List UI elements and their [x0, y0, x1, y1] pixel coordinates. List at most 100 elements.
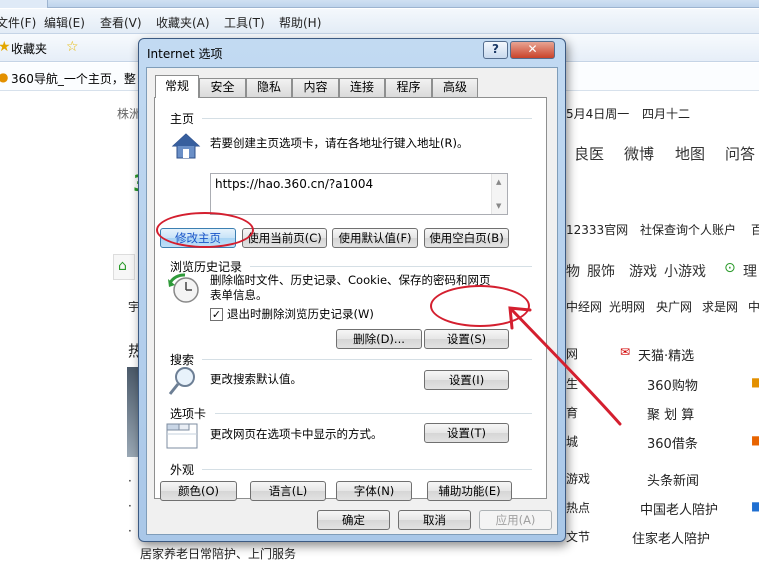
apply-button[interactable]: 应用(A) — [479, 510, 552, 530]
list-item[interactable]: 育 — [566, 404, 578, 421]
tabs-window-icon — [166, 423, 198, 449]
news-link[interactable]: 中经网 — [566, 298, 602, 315]
tab-general[interactable]: 常规 — [155, 75, 199, 98]
languages-button[interactable]: 语言(L) — [250, 481, 326, 501]
accessibility-button[interactable]: 辅助功能(E) — [427, 481, 512, 501]
divider — [202, 359, 532, 360]
homepage-address-value: https://hao.360.cn/?a1004 — [215, 177, 374, 191]
menu-bar: 文件(F) 编辑(E) 查看(V) 收藏夹(A) 工具(T) 帮助(H) — [0, 9, 759, 34]
side-icon: ■ — [751, 499, 759, 513]
history-description-2: 表单信息。 — [210, 288, 268, 302]
history-clock-icon — [168, 273, 199, 303]
right-link[interactable]: 中国老人陪护 — [640, 499, 718, 518]
side-icon: ■ — [751, 375, 759, 389]
site-360-link[interactable]: 360导航_一个主页，整 — [11, 70, 136, 87]
news-link[interactable]: 求是网 — [702, 298, 738, 315]
appearance-section-title: 外观 — [170, 463, 195, 477]
category-link[interactable]: 游戏 — [629, 261, 657, 281]
right-link[interactable]: 天猫·精选 — [638, 345, 694, 364]
list-item[interactable]: 游戏 — [566, 470, 590, 487]
favorites-star-icon[interactable]: ★ — [0, 39, 11, 55]
general-tab-panel: 主页 若要创建主页选项卡，请在各地址行键入地址(R)。 https://hao.… — [154, 97, 547, 501]
browser-tab-strip — [0, 0, 759, 8]
nav-link[interactable]: 问答 — [725, 143, 755, 164]
link-12333[interactable]: 12333官网 — [566, 221, 628, 238]
tab-connections[interactable]: 连接 — [339, 78, 385, 97]
delete-on-exit-label[interactable]: 退出时删除浏览历史记录(W) — [227, 307, 374, 322]
nav-link[interactable]: 地图 — [675, 143, 705, 164]
favorites-label[interactable]: 收藏夹 — [11, 40, 47, 57]
site-360-icon: ● — [0, 70, 9, 84]
delete-on-exit-checkbox[interactable]: ✓ — [210, 308, 223, 321]
right-link[interactable]: 360借条 — [647, 433, 698, 452]
nav-link[interactable]: 微博 — [624, 143, 654, 164]
home-tab[interactable]: ⌂ — [113, 254, 135, 280]
house-icon — [171, 133, 201, 159]
list-item[interactable]: 城 — [566, 433, 578, 450]
address-scrollbar[interactable]: ▲ ▼ — [491, 174, 507, 214]
tab-content[interactable]: 内容 — [292, 78, 339, 97]
bottom-news[interactable]: 居家养老日常陪护、上门服务 — [140, 545, 296, 562]
delete-history-button[interactable]: 删除(D)... — [336, 329, 422, 349]
menu-help[interactable]: 帮助(H) — [279, 14, 321, 31]
tab-programs[interactable]: 程序 — [385, 78, 432, 97]
homepage-address-field[interactable]: https://hao.360.cn/?a1004 ▲ ▼ — [210, 173, 508, 215]
dialog-title: Internet 选项 — [147, 47, 223, 61]
search-magnifier-icon — [168, 367, 195, 395]
scroll-up-icon: ▲ — [496, 178, 502, 186]
homepage-section-title: 主页 — [170, 112, 195, 126]
divider — [215, 413, 532, 414]
tab-privacy[interactable]: 隐私 — [246, 78, 292, 97]
list-item[interactable]: 网 — [566, 345, 578, 362]
divider — [250, 266, 532, 267]
divider — [202, 118, 532, 119]
close-icon: ✕ — [527, 42, 538, 56]
menu-tools[interactable]: 工具(T) — [224, 14, 265, 31]
link-social-security[interactable]: 社保查询个人账户 — [640, 221, 736, 238]
tmall-icon: ✉ — [620, 345, 631, 359]
yen-icon: ⊙ — [724, 260, 736, 276]
tabs-settings-button[interactable]: 设置(T) — [424, 423, 509, 443]
lunar-date: 四月十二 — [642, 107, 691, 121]
bullet: · — [128, 474, 132, 488]
right-link[interactable]: 头条新闻 — [647, 470, 699, 489]
right-link[interactable]: 聚 划 算 — [647, 404, 694, 423]
use-default-button[interactable]: 使用默认值(F) — [332, 228, 418, 248]
colors-button[interactable]: 颜色(O) — [160, 481, 237, 501]
tab-advanced[interactable]: 高级 — [432, 78, 478, 97]
internet-options-dialog: Internet 选项 ? ✕ 常规 安全 隐私 内容 连接 程序 高级 主页 … — [138, 38, 566, 542]
list-item[interactable]: 热点 — [566, 499, 590, 516]
menu-file[interactable]: 文件(F) — [0, 14, 36, 31]
homepage-description: 若要创建主页选项卡，请在各地址行键入地址(R)。 — [210, 136, 469, 150]
news-link[interactable]: 光明网 — [609, 298, 645, 315]
category-link[interactable]: 物 — [566, 261, 580, 281]
category-link[interactable]: 小游戏 — [664, 261, 706, 281]
help-button[interactable]: ? — [483, 41, 508, 59]
nav-link[interactable]: 良医 — [574, 143, 604, 164]
browser-tab[interactable] — [0, 0, 48, 8]
history-settings-button[interactable]: 设置(S) — [424, 329, 509, 349]
search-settings-button[interactable]: 设置(I) — [424, 370, 509, 390]
fonts-button[interactable]: 字体(N) — [336, 481, 412, 501]
menu-view[interactable]: 查看(V) — [100, 14, 142, 31]
add-favorite-icon[interactable]: ☆ — [66, 39, 79, 55]
tab-security[interactable]: 安全 — [199, 78, 246, 97]
use-current-button[interactable]: 使用当前页(C) — [242, 228, 327, 248]
news-link[interactable]: 央广网 — [656, 298, 692, 315]
bullet: · — [128, 524, 132, 538]
right-link[interactable]: 360购物 — [647, 375, 698, 394]
list-item[interactable]: 生 — [566, 375, 578, 392]
menu-favorites[interactable]: 收藏夹(A) — [156, 14, 210, 31]
menu-edit[interactable]: 编辑(E) — [44, 14, 85, 31]
right-link[interactable]: 住家老人陪护 — [632, 528, 710, 547]
date-text: 5月4日周一 — [566, 107, 630, 121]
list-item[interactable]: 文节 — [566, 528, 590, 545]
modify-homepage-button[interactable]: 修改主页 — [160, 228, 236, 248]
category-link[interactable]: 服饰 — [587, 261, 615, 281]
use-blank-button[interactable]: 使用空白页(B) — [424, 228, 509, 248]
news-link[interactable]: 中国网 — [748, 298, 759, 315]
category-link-truncated[interactable]: 理 — [743, 261, 757, 281]
cancel-button[interactable]: 取消 — [398, 510, 471, 530]
ok-button[interactable]: 确定 — [317, 510, 390, 530]
close-button[interactable]: ✕ — [510, 41, 555, 59]
